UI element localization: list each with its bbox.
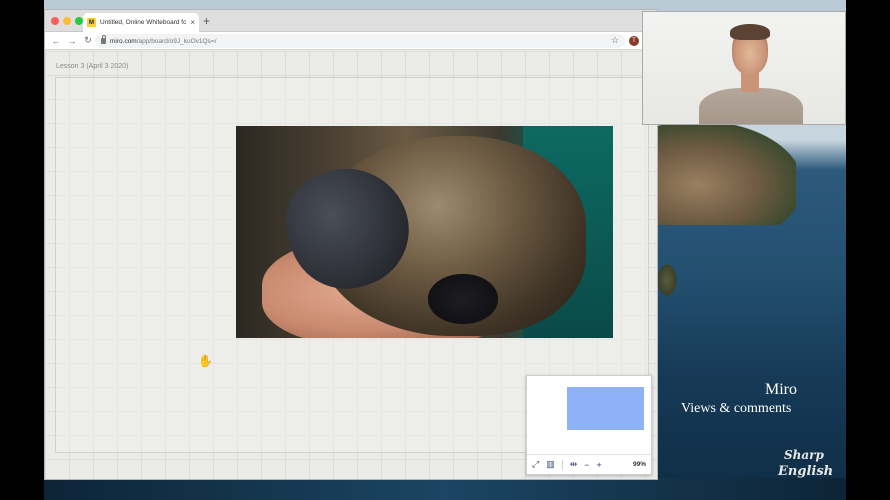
tab-bar: M Untitled, Online Whiteboard for V × + xyxy=(45,10,657,32)
video-title-text: Miro xyxy=(765,381,797,398)
address-bar: ← → ↻ miro.com/app/board/o9J_kuOv1Qs=/ ☆… xyxy=(45,32,657,50)
minimize-window-button[interactable] xyxy=(63,17,71,25)
platypus-photo[interactable] xyxy=(236,126,613,338)
minimap-panel[interactable]: ⤢ ▥ ⇹ − + 99% xyxy=(526,375,652,475)
close-window-button[interactable] xyxy=(51,17,59,25)
back-button[interactable]: ← xyxy=(51,36,61,46)
url-input[interactable]: miro.com/app/board/o9J_kuOv1Qs=/ xyxy=(95,34,625,48)
fullscreen-icon[interactable]: ⤢ xyxy=(532,459,539,470)
lock-icon xyxy=(101,35,106,44)
presenter-neck xyxy=(741,72,759,92)
minimap-viewport[interactable] xyxy=(567,387,644,430)
frame-title[interactable]: Lesson 3 (April 3 2020) xyxy=(56,63,128,70)
svg-text:English: English xyxy=(777,464,833,479)
window-controls xyxy=(51,17,83,25)
hand-cursor-icon: ✋ xyxy=(198,354,213,368)
forward-button[interactable]: → xyxy=(67,36,77,46)
dock-strip xyxy=(44,478,846,500)
profile-avatar-icon[interactable]: T xyxy=(629,36,639,46)
map-icon[interactable]: ▥ xyxy=(546,459,555,470)
minimap-toolbar: ⤢ ▥ ⇹ − + 99% xyxy=(527,454,651,474)
tab-close-icon[interactable]: × xyxy=(190,18,195,27)
presenter-torso xyxy=(699,88,803,124)
svg-text:Sharp: Sharp xyxy=(784,448,824,462)
presenter-hair xyxy=(730,24,770,40)
video-subtitle-text: Views & comments xyxy=(681,401,792,416)
zoom-out-button[interactable]: − xyxy=(584,460,589,470)
zoom-in-button[interactable]: + xyxy=(597,460,602,470)
miro-favicon-icon: M xyxy=(87,18,96,27)
url-text: miro.com/app/board/o9J_kuOv1Qs=/ xyxy=(110,38,216,45)
wallpaper-rock xyxy=(656,262,678,298)
sharp-english-logo-icon: Sharp English xyxy=(777,448,833,479)
webcam-overlay xyxy=(642,11,846,125)
fit-to-screen-icon[interactable]: ⇹ xyxy=(570,459,578,470)
maximize-window-button[interactable] xyxy=(75,17,83,25)
toolbar-divider xyxy=(561,459,563,470)
photo-platypus-claw xyxy=(428,274,498,324)
wallpaper-cliff xyxy=(656,125,796,225)
url-path: /app/board/o9J_kuOv1Qs=/ xyxy=(136,37,217,45)
tab-miro-board[interactable]: M Untitled, Online Whiteboard for V × xyxy=(83,13,199,32)
zoom-level[interactable]: 99% xyxy=(633,461,646,468)
bookmark-star-icon[interactable]: ☆ xyxy=(611,35,619,46)
tab-title: Untitled, Online Whiteboard for V xyxy=(100,19,187,26)
right-border xyxy=(846,0,890,500)
reload-button[interactable]: ↻ xyxy=(83,35,93,46)
url-host: miro.com xyxy=(110,37,137,45)
new-tab-button[interactable]: + xyxy=(203,14,210,28)
